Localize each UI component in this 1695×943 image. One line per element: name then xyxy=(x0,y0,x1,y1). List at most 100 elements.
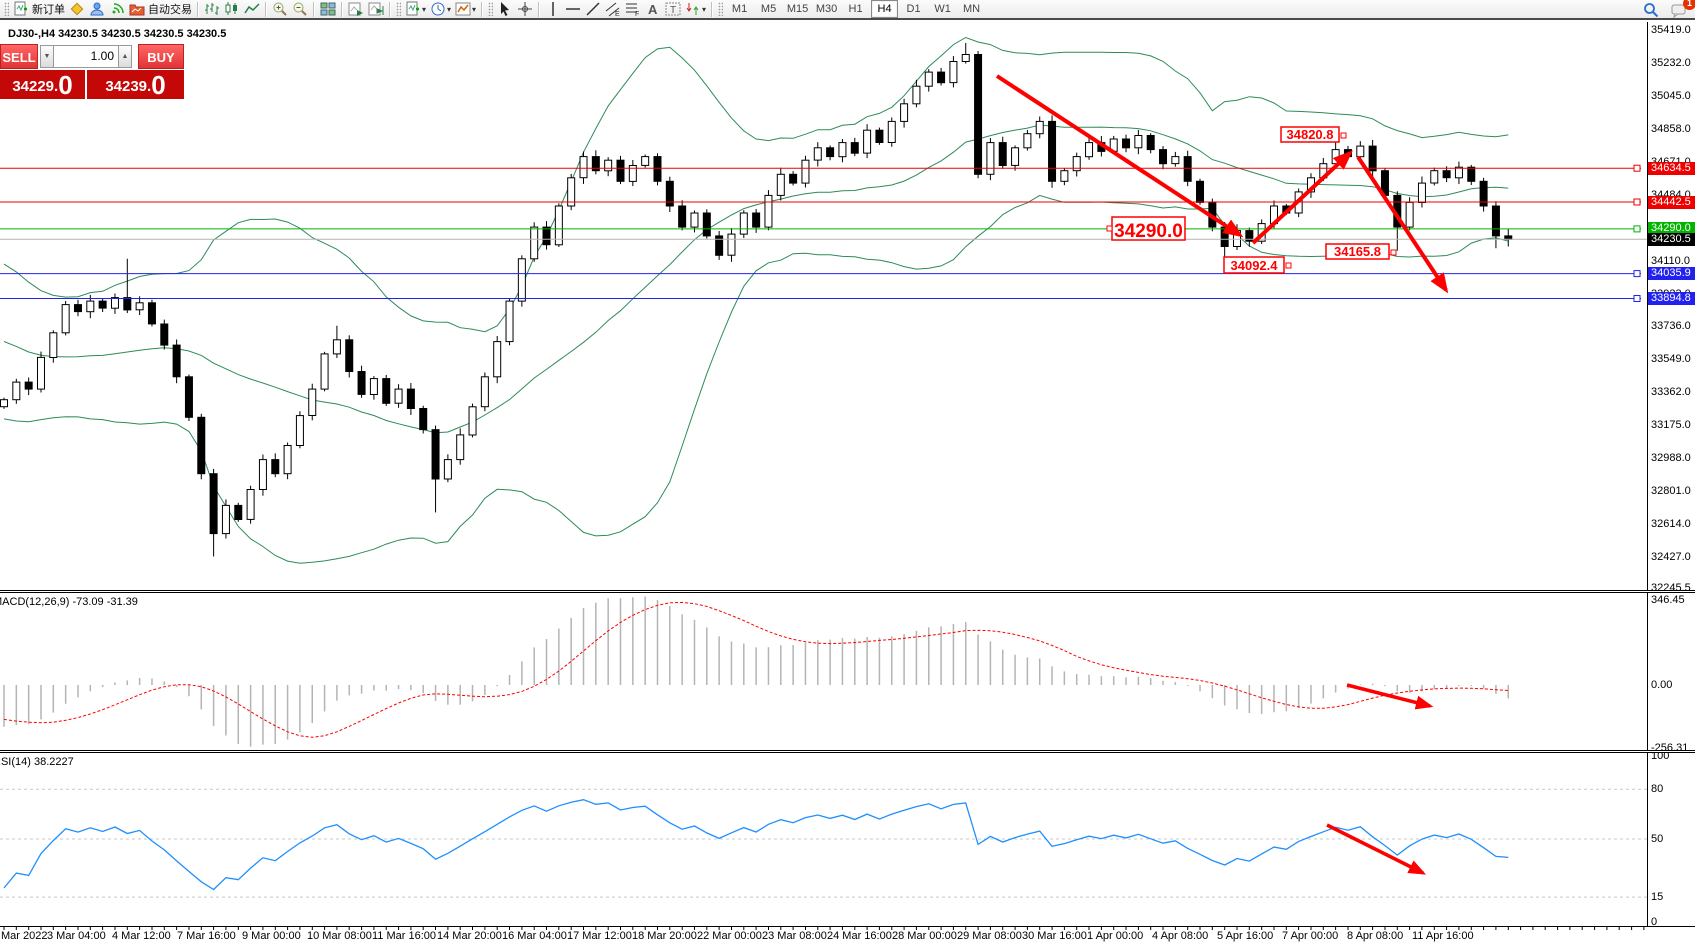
candle xyxy=(1221,227,1228,246)
timeframe-button-m15[interactable]: M15 xyxy=(784,0,811,18)
sell-button[interactable]: SELL xyxy=(0,44,38,69)
candle xyxy=(1184,157,1191,182)
auto-scroll-icon xyxy=(348,1,364,17)
candle xyxy=(296,416,303,446)
candle xyxy=(235,505,242,519)
template-button[interactable]: ▾ xyxy=(453,0,478,18)
new-chart-button[interactable]: ▾ xyxy=(403,0,428,18)
price-tick: 32988.0 xyxy=(1651,452,1691,464)
candle xyxy=(74,305,81,312)
new-order-button[interactable]: 新订单 xyxy=(11,0,67,18)
search-button[interactable] xyxy=(1641,1,1661,19)
timeframe-button-m5[interactable]: M5 xyxy=(755,0,782,18)
rsi-tick: 80 xyxy=(1651,783,1663,795)
candlestick-chart-button[interactable] xyxy=(222,0,242,18)
candle xyxy=(333,340,340,354)
period-button[interactable]: ▾ xyxy=(428,0,453,18)
toolbar-grip[interactable] xyxy=(396,2,401,16)
price-chart-canvas[interactable]: 34820.834290.034092.434165.8 xyxy=(0,22,1647,590)
line-chart-button[interactable] xyxy=(242,0,262,18)
price-tick: 35419.0 xyxy=(1651,24,1691,36)
candle xyxy=(1357,146,1364,157)
candle xyxy=(358,372,365,395)
auto-scroll-button[interactable] xyxy=(346,0,366,18)
buy-button[interactable]: BUY xyxy=(138,44,184,69)
equidistant-channel-button[interactable]: E xyxy=(603,0,623,18)
volume-increase-button[interactable]: ▲ xyxy=(118,45,132,68)
time-label: 22 Mar 00:00 xyxy=(697,930,762,942)
timeframe-button-w1[interactable]: W1 xyxy=(929,0,956,18)
candle xyxy=(272,460,279,474)
candle xyxy=(383,379,390,404)
zoom-in-button[interactable] xyxy=(270,0,290,18)
trendline-button[interactable] xyxy=(583,0,603,18)
candle xyxy=(1147,136,1154,150)
volume-decrease-button[interactable]: ▼ xyxy=(40,45,54,68)
bar-chart-button[interactable] xyxy=(202,0,222,18)
period-icon xyxy=(430,1,446,17)
rsi-canvas[interactable] xyxy=(0,753,1647,926)
toolbar-separator xyxy=(711,2,713,17)
candle xyxy=(691,213,698,227)
auto-trading-button[interactable]: 自动交易 xyxy=(127,0,194,18)
candle xyxy=(407,389,414,408)
chart-shift-icon xyxy=(368,1,384,17)
timeframe-button-m30[interactable]: M30 xyxy=(813,0,840,18)
candle xyxy=(839,143,846,157)
profile-button[interactable] xyxy=(87,0,107,18)
candle xyxy=(1406,202,1413,227)
candle xyxy=(938,72,945,83)
horizontal-line-button[interactable] xyxy=(563,0,583,18)
toolbar-grip[interactable] xyxy=(718,2,723,16)
candle xyxy=(469,407,476,435)
text-label-button[interactable]: T xyxy=(663,0,683,18)
timeframe-button-h4[interactable]: H4 xyxy=(871,0,898,18)
rsi-arrow xyxy=(1327,825,1423,873)
timeframe-button-m1[interactable]: M1 xyxy=(726,0,753,18)
candle xyxy=(1061,171,1068,182)
price-annotation: 34820.8 xyxy=(1287,127,1334,142)
macd-canvas[interactable] xyxy=(0,593,1647,750)
cursor-button[interactable] xyxy=(495,0,515,18)
crosshair-button[interactable] xyxy=(515,0,535,18)
mt4-terminal: { "toolbar": { "groups": [ {"icons": [{"… xyxy=(0,0,1695,943)
candle xyxy=(136,303,143,310)
buy-price-main: 34239. xyxy=(105,76,151,98)
text-button[interactable]: A xyxy=(643,0,663,18)
notification-badge: 1 xyxy=(1683,0,1695,10)
chart-shift-button[interactable] xyxy=(366,0,386,18)
candle xyxy=(1468,167,1475,181)
sell-price[interactable]: 34229.0 xyxy=(0,70,85,99)
candle xyxy=(1024,134,1031,148)
main-chart-panel: 34820.834290.034092.434165.8 DJ30-,H4 34… xyxy=(0,22,1647,590)
zoom-out-button[interactable] xyxy=(290,0,310,18)
market-watch-button[interactable] xyxy=(67,0,87,18)
bollinger-upper xyxy=(4,38,1508,332)
candle xyxy=(321,354,328,389)
tile-windows-button[interactable] xyxy=(318,0,338,18)
svg-text:A: A xyxy=(648,2,658,17)
toolbar-grip[interactable] xyxy=(4,2,9,16)
timeframe-button-d1[interactable]: D1 xyxy=(900,0,927,18)
fibonacci-button[interactable]: F xyxy=(623,0,643,18)
vertical-line-button[interactable] xyxy=(543,0,563,18)
notifications-button[interactable]: 1 xyxy=(1669,1,1689,19)
chevron-down-icon: ▾ xyxy=(422,5,426,14)
arrows-shapes-button[interactable]: ▾ xyxy=(683,0,708,18)
timeframe-button-mn[interactable]: MN xyxy=(958,0,985,18)
macd-tick: 346.45 xyxy=(1651,594,1685,606)
time-label: 28 Mar 00:00 xyxy=(892,930,957,942)
trend-arrow xyxy=(997,76,1240,235)
volume-input[interactable]: 1.00 xyxy=(53,45,119,68)
candle xyxy=(531,227,538,259)
candle xyxy=(605,160,612,171)
toolbar-separator xyxy=(313,2,315,17)
price-line-label: 33894.8 xyxy=(1648,292,1695,305)
time-label: 7 Mar 16:00 xyxy=(177,930,236,942)
timeframe-button-h1[interactable]: H1 xyxy=(842,0,869,18)
toolbar-separator xyxy=(389,2,391,17)
buy-price[interactable]: 34239.0 xyxy=(87,70,184,99)
signals-button[interactable] xyxy=(107,0,127,18)
toolbar-separator xyxy=(341,2,343,17)
toolbar-grip[interactable] xyxy=(488,2,493,16)
